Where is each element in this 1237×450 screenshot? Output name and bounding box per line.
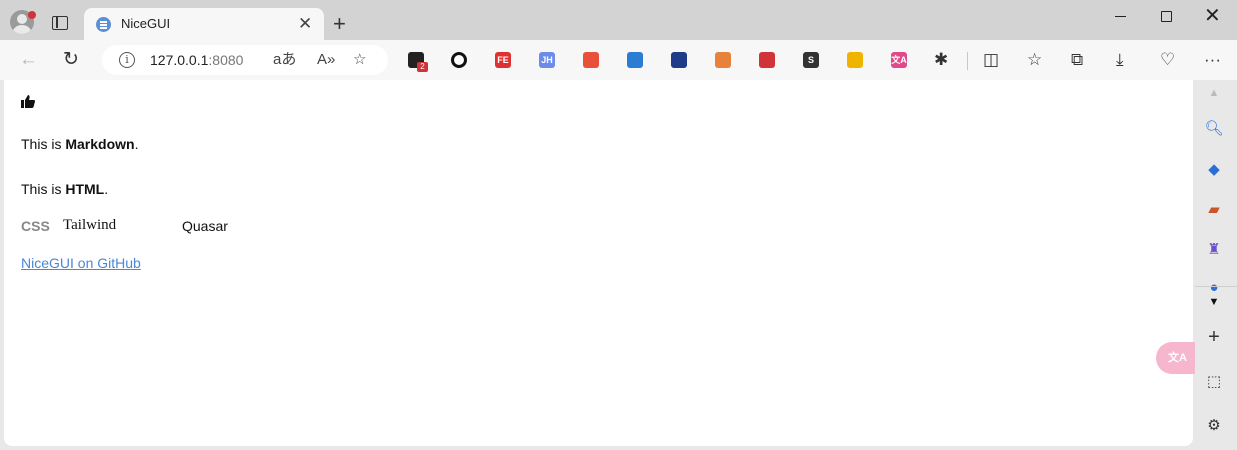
reload-icon[interactable]: ↻ bbox=[63, 49, 79, 71]
add-sidebar-icon[interactable]: + bbox=[1204, 327, 1224, 347]
quasar-label: Quasar bbox=[182, 218, 228, 234]
scroll-up-icon[interactable]: ▲ bbox=[1204, 83, 1224, 103]
url-text[interactable]: 127.0.0.1:8080 bbox=[150, 52, 243, 68]
ext-sync-icon[interactable] bbox=[759, 52, 775, 68]
ext-monitor-icon[interactable] bbox=[715, 52, 731, 68]
tab-title: NiceGUI bbox=[121, 16, 171, 31]
back-icon[interactable]: ← bbox=[19, 49, 38, 71]
page-content: This is Markdown. This is HTML. CSS Tail… bbox=[4, 80, 1196, 446]
screenshot-icon[interactable]: ⬚ bbox=[1204, 372, 1224, 392]
downloads-icon[interactable]: ⤓ bbox=[1116, 49, 1124, 71]
thumb-up-icon bbox=[21, 95, 35, 108]
edge-sidebar: ▲ 🔍︎ ◆ ▰ ♜ ● ▼ + ⬚ ⚙ bbox=[1195, 80, 1237, 450]
tab-close-icon[interactable]: ✕ bbox=[298, 14, 312, 34]
tab-nicegui[interactable]: NiceGUI ✕ bbox=[84, 8, 324, 40]
ext-jh-icon[interactable]: JH bbox=[539, 52, 555, 68]
shopping-tag-icon[interactable]: ◆ bbox=[1204, 160, 1224, 180]
scroll-down-icon[interactable]: ▼ bbox=[1204, 292, 1224, 312]
extensions-puzzle-icon[interactable]: ✱ bbox=[934, 49, 948, 71]
ext-shield-icon[interactable] bbox=[671, 52, 687, 68]
performance-icon[interactable]: ♡ bbox=[1160, 49, 1175, 71]
extension-badge: 2 bbox=[417, 62, 428, 72]
favorite-star-icon[interactable]: ☆ bbox=[353, 51, 366, 69]
minimize-icon[interactable] bbox=[1115, 16, 1126, 18]
window-close-icon[interactable]: ✕ bbox=[1204, 4, 1221, 28]
ext-circle-icon[interactable] bbox=[451, 52, 467, 68]
maximize-icon[interactable] bbox=[1161, 11, 1172, 22]
collections-icon[interactable]: ⧉ bbox=[1071, 49, 1083, 71]
sidebar-divider bbox=[1195, 286, 1237, 287]
ext-s-icon[interactable]: S bbox=[803, 52, 819, 68]
translate-page-icon[interactable]: aあ bbox=[273, 51, 296, 69]
browser-toolbar: ← ↻ i 127.0.0.1:8080 aあ A» ☆ FE JH S 文A 2 ✱… bbox=[0, 40, 1237, 80]
tab-actions-icon[interactable] bbox=[52, 16, 68, 30]
ext-edit-icon[interactable] bbox=[627, 52, 643, 68]
nicegui-favicon-icon bbox=[96, 17, 111, 32]
css-label: CSS bbox=[21, 218, 50, 234]
translate-float-label: 文A bbox=[1168, 352, 1187, 364]
tailwind-label: Tailwind bbox=[63, 217, 117, 233]
ext-dice-icon[interactable] bbox=[583, 52, 599, 68]
translate-float-button[interactable]: 文A bbox=[1156, 342, 1196, 374]
markdown-text: This is Markdown. bbox=[21, 136, 139, 152]
tools-icon[interactable]: ▰ bbox=[1204, 200, 1224, 220]
search-icon[interactable]: 🔍︎ bbox=[1204, 119, 1224, 139]
title-bar: NiceGUI ✕ + ✕ bbox=[0, 0, 1237, 40]
site-info-icon[interactable]: i bbox=[119, 52, 135, 68]
new-tab-icon[interactable]: + bbox=[333, 10, 346, 38]
games-icon[interactable]: ♜ bbox=[1204, 240, 1224, 260]
read-aloud-icon[interactable]: A» bbox=[317, 51, 335, 69]
ext-translate-icon[interactable]: 文A bbox=[891, 52, 907, 68]
toolbar-divider bbox=[967, 52, 968, 70]
notification-dot-icon bbox=[28, 11, 36, 19]
github-link[interactable]: NiceGUI on GitHub bbox=[21, 255, 141, 271]
favorites-icon[interactable]: ☆ bbox=[1027, 49, 1042, 71]
more-menu-icon[interactable]: ··· bbox=[1204, 49, 1221, 71]
sidebar-settings-gear-icon[interactable]: ⚙ bbox=[1204, 416, 1224, 436]
address-bar[interactable]: i 127.0.0.1:8080 aあ A» ☆ bbox=[102, 45, 388, 75]
html-text: This is HTML. bbox=[21, 181, 109, 197]
split-screen-icon[interactable]: ◫ bbox=[983, 49, 999, 71]
ext-fe-icon[interactable]: FE bbox=[495, 52, 511, 68]
ext-cat-icon[interactable] bbox=[847, 52, 863, 68]
